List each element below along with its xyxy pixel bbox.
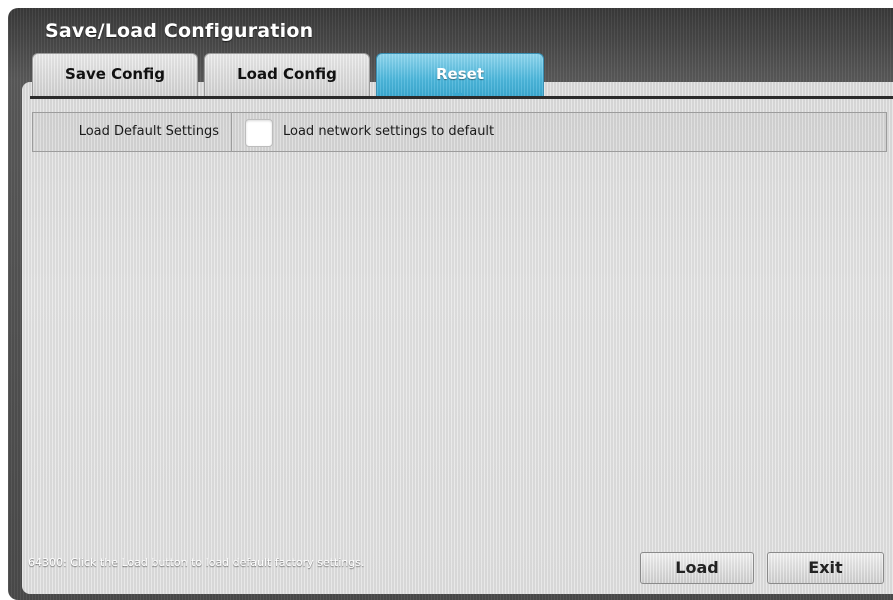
load-button[interactable]: Load <box>640 552 754 584</box>
network-default-checkbox[interactable] <box>245 119 273 147</box>
exit-button[interactable]: Exit <box>767 552 884 584</box>
checkbox-label: Load network settings to default <box>283 124 495 139</box>
tab-save-config[interactable]: Save Config <box>32 53 198 97</box>
config-window: Save/Load Configuration Save Config Load… <box>8 8 893 600</box>
tab-load-config[interactable]: Load Config <box>204 53 370 97</box>
load-default-settings-row: Load Default Settings Load network setti… <box>32 112 887 152</box>
tab-reset[interactable]: Reset <box>376 53 544 97</box>
row-label: Load Default Settings <box>33 113 232 151</box>
window-title: Save/Load Configuration <box>45 20 314 42</box>
status-message: 64300: Click the Load button to load def… <box>28 556 365 569</box>
content-panel <box>22 82 893 594</box>
tab-divider <box>30 96 893 99</box>
